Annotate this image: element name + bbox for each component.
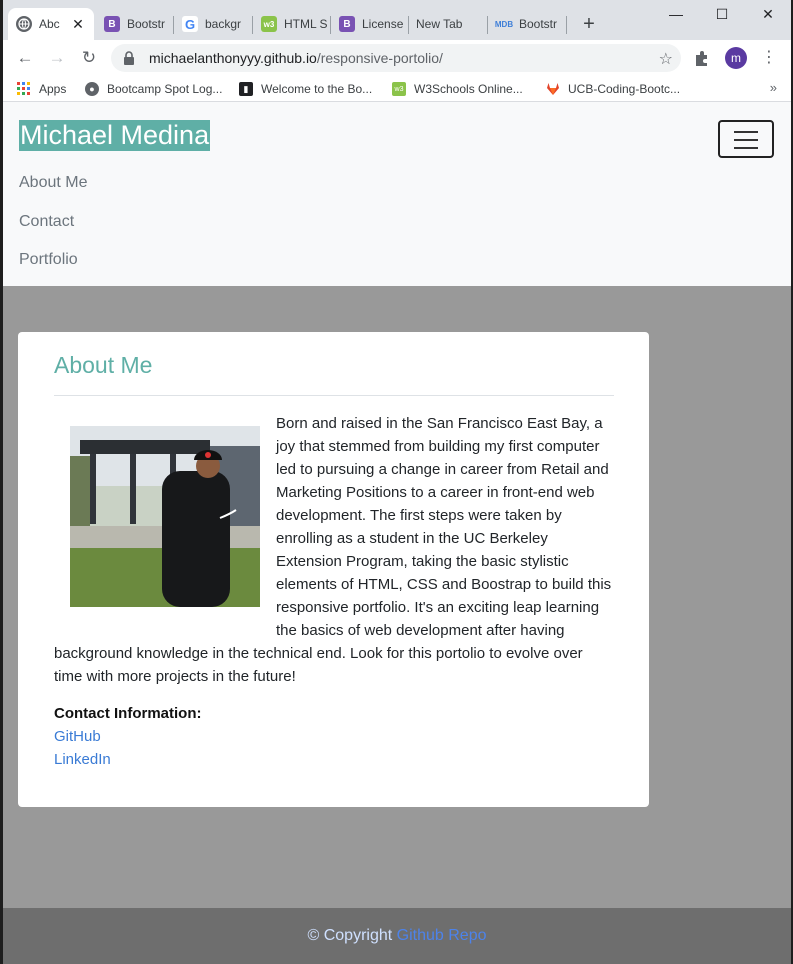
nav-link-about[interactable]: About Me [19, 174, 87, 192]
w3schools-icon: w3 [261, 16, 277, 32]
hamburger-line [734, 147, 758, 149]
bookmarks-bar: Apps ● Bootcamp Spot Log... ▮ Welcome to… [3, 76, 791, 102]
about-title: About Me [54, 352, 153, 378]
linkedin-link[interactable]: LinkedIn [54, 751, 111, 768]
new-tab-button[interactable]: + [577, 12, 601, 36]
hamburger-line [734, 139, 758, 141]
book-icon: ▮ [239, 82, 253, 96]
url-path: /responsive-portolio/ [316, 50, 443, 66]
bookmark-star-icon[interactable]: ☆ [659, 49, 673, 69]
address-bar[interactable]: michaelanthonyyy.github.io/responsive-po… [111, 44, 681, 72]
profile-photo [70, 426, 260, 607]
w3schools-icon: w3 [392, 82, 406, 96]
url-host: michaelanthonyyy.github.io [149, 50, 317, 66]
divider [54, 395, 614, 396]
tab-label: Bootstr [127, 17, 166, 31]
mdb-icon: MDB [494, 19, 514, 29]
github-link[interactable]: GitHub [54, 728, 101, 745]
tab-license[interactable]: B License [331, 8, 405, 40]
site-footer: © Copyright Github Repo [3, 908, 791, 964]
close-icon[interactable]: ✕ [70, 16, 86, 32]
bookmark-label: Bootcamp Spot Log... [107, 82, 223, 96]
tab-label: Abc [39, 17, 60, 31]
profile-avatar[interactable]: m [725, 47, 747, 69]
contact-heading: Contact Information: [54, 705, 202, 722]
bookmark-welcome[interactable]: ▮ Welcome to the Bo... [239, 80, 372, 98]
bookmark-apps[interactable]: Apps [17, 80, 66, 98]
maximize-icon[interactable]: ☐ [699, 0, 745, 28]
globe-icon [16, 16, 32, 32]
page-viewport: Michael Medina About Me Contact Portfoli… [3, 102, 791, 964]
site-brand[interactable]: Michael Medina [19, 120, 211, 151]
bootstrap-icon: B [339, 16, 355, 32]
tab-strip: Abc ✕ B Bootstr G backgr w3 HTML S B Lic… [3, 0, 791, 40]
nav-link-contact[interactable]: Contact [19, 213, 74, 231]
github-repo-link[interactable]: Github Repo [397, 927, 487, 944]
gitlab-icon [546, 82, 560, 96]
bookmark-label: Welcome to the Bo... [261, 82, 373, 96]
tab-w3schools[interactable]: w3 HTML S [253, 8, 327, 40]
tab-google[interactable]: G backgr [174, 8, 250, 40]
bootstrap-icon: B [104, 16, 120, 32]
back-icon[interactable]: ← [13, 46, 37, 70]
close-window-icon[interactable]: ✕ [745, 0, 791, 28]
tab-label: backgr [205, 17, 242, 31]
globe-icon: ● [85, 82, 99, 96]
menu-icon[interactable]: ⋮ [761, 47, 777, 69]
nav-link-portfolio[interactable]: Portfolio [19, 251, 78, 269]
navbar-toggler-button[interactable] [718, 120, 774, 158]
tab-bootstrap[interactable]: B Bootstr [96, 8, 170, 40]
tab-label: Bootstr [519, 17, 558, 31]
copyright-text: © Copyright [307, 927, 393, 944]
more-bookmarks-icon[interactable]: » [770, 80, 777, 95]
bookmark-ucb-coding[interactable]: UCB-Coding-Bootc... [546, 80, 680, 98]
bookmark-bootcamp-spot[interactable]: ● Bootcamp Spot Log... [85, 80, 222, 98]
bookmark-label: Apps [39, 82, 67, 96]
tab-new-tab[interactable]: New Tab [408, 8, 486, 40]
minimize-icon[interactable]: — [653, 0, 699, 28]
forward-icon[interactable]: → [45, 46, 69, 70]
bookmark-label: W3Schools Online... [414, 82, 523, 96]
google-icon: G [182, 16, 198, 32]
lock-icon [123, 51, 137, 65]
tab-about[interactable]: Abc ✕ [8, 8, 94, 40]
extensions-icon[interactable] [693, 49, 711, 67]
apps-grid-icon [17, 82, 31, 96]
tab-mdb[interactable]: MDB Bootstr [488, 8, 566, 40]
hamburger-line [734, 131, 758, 133]
tab-separator [566, 16, 567, 34]
tab-label: New Tab [416, 17, 463, 31]
browser-window: Abc ✕ B Bootstr G backgr w3 HTML S B Lic… [3, 0, 791, 964]
site-navbar: Michael Medina About Me Contact Portfoli… [3, 102, 791, 286]
tab-label: License [362, 17, 404, 31]
tab-label: HTML S [284, 17, 327, 31]
about-card: About Me Born and raised in the San Fran… [18, 332, 649, 807]
bookmark-w3schools[interactable]: w3 W3Schools Online... [392, 80, 523, 98]
reload-icon[interactable]: ↻ [77, 46, 101, 70]
bookmark-label: UCB-Coding-Bootc... [568, 82, 681, 96]
browser-toolbar: ← → ↻ michaelanthonyyy.github.io/respons… [3, 40, 791, 76]
